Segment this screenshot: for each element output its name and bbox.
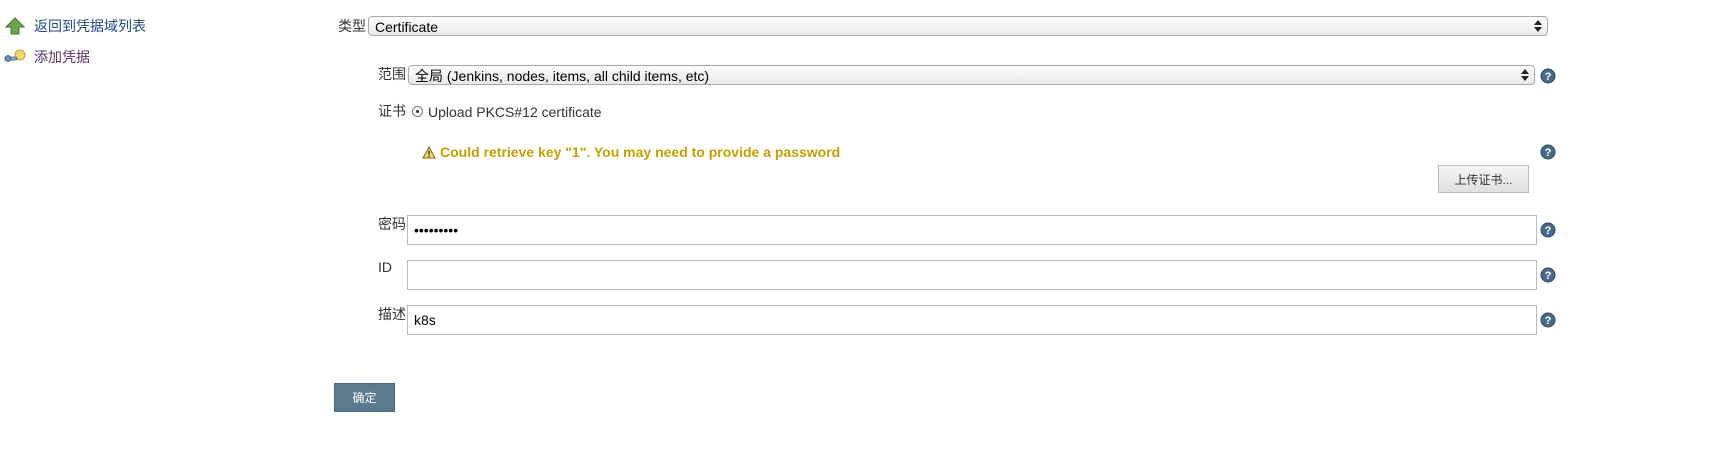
id-field[interactable]	[407, 260, 1537, 290]
help-icon[interactable]: ?	[1540, 222, 1556, 238]
help-icon[interactable]: ?	[1540, 267, 1556, 283]
key-icon	[4, 47, 26, 67]
scope-select-value: 全局 (Jenkins, nodes, items, all child ite…	[415, 68, 710, 84]
svg-text:?: ?	[1545, 270, 1552, 282]
id-label: ID	[378, 259, 392, 275]
submit-button[interactable]: 确定	[334, 383, 395, 412]
svg-text:?: ?	[1545, 225, 1552, 237]
select-arrows-icon	[1534, 20, 1542, 32]
svg-text:?: ?	[1545, 71, 1552, 83]
back-to-domain-list-link[interactable]: 返回到凭据域列表	[4, 16, 146, 36]
certificate-warning-text: Could retrieve key "1". You may need to …	[440, 144, 841, 160]
svg-text:?: ?	[1545, 147, 1552, 159]
arrow-up-icon	[4, 16, 26, 36]
certificate-label: 证书	[378, 103, 406, 119]
certificate-warning: Could retrieve key "1". You may need to …	[422, 144, 840, 160]
back-to-domain-list-label: 返回到凭据域列表	[34, 18, 146, 34]
help-icon[interactable]: ?	[1540, 68, 1556, 84]
password-field[interactable]: •••••••••	[407, 215, 1537, 245]
description-field[interactable]: k8s	[407, 305, 1537, 335]
svg-text:?: ?	[1545, 315, 1552, 327]
warning-icon	[422, 145, 436, 158]
description-label: 描述	[378, 306, 406, 322]
upload-pkcs12-radio[interactable]	[412, 106, 423, 117]
password-label: 密码	[378, 216, 406, 232]
help-icon[interactable]: ?	[1540, 312, 1556, 328]
upload-pkcs12-label: Upload PKCS#12 certificate	[428, 104, 602, 120]
kind-select-value: Certificate	[375, 19, 439, 35]
add-credentials-link[interactable]: 添加凭据	[4, 47, 90, 67]
help-icon[interactable]: ?	[1540, 144, 1556, 160]
select-arrows-icon	[1521, 69, 1529, 81]
kind-select[interactable]: Certificate	[368, 16, 1548, 36]
scope-select[interactable]: 全局 (Jenkins, nodes, items, all child ite…	[408, 65, 1535, 85]
add-credentials-label: 添加凭据	[34, 49, 90, 65]
scope-label: 范围	[378, 66, 406, 82]
upload-certificate-button[interactable]: 上传证书...	[1438, 165, 1529, 193]
kind-label: 类型	[338, 18, 366, 34]
